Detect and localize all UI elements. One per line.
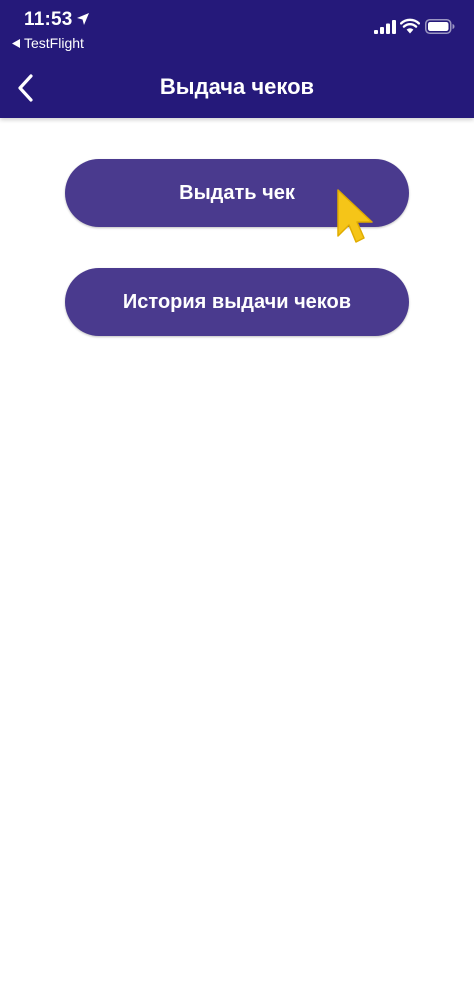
status-time: 11:53 — [24, 9, 73, 30]
back-app-label: TestFlight — [24, 35, 84, 51]
app-header: 11:53 TestFlight Выдача чеков — [0, 0, 474, 118]
home-indicator — [160, 988, 314, 993]
location-arrow-icon — [77, 13, 89, 25]
wifi-icon — [400, 18, 420, 34]
signal-icon — [374, 20, 396, 34]
back-to-testflight[interactable]: TestFlight — [12, 35, 84, 51]
back-triangle-icon — [12, 38, 20, 48]
battery-icon — [425, 19, 455, 34]
issue-receipt-button[interactable]: Выдать чек — [65, 159, 409, 227]
receipt-history-button[interactable]: История выдачи чеков — [65, 268, 409, 336]
status-bar: 11:53 TestFlight — [0, 0, 474, 56]
page-title: Выдача чеков — [159, 74, 315, 99]
